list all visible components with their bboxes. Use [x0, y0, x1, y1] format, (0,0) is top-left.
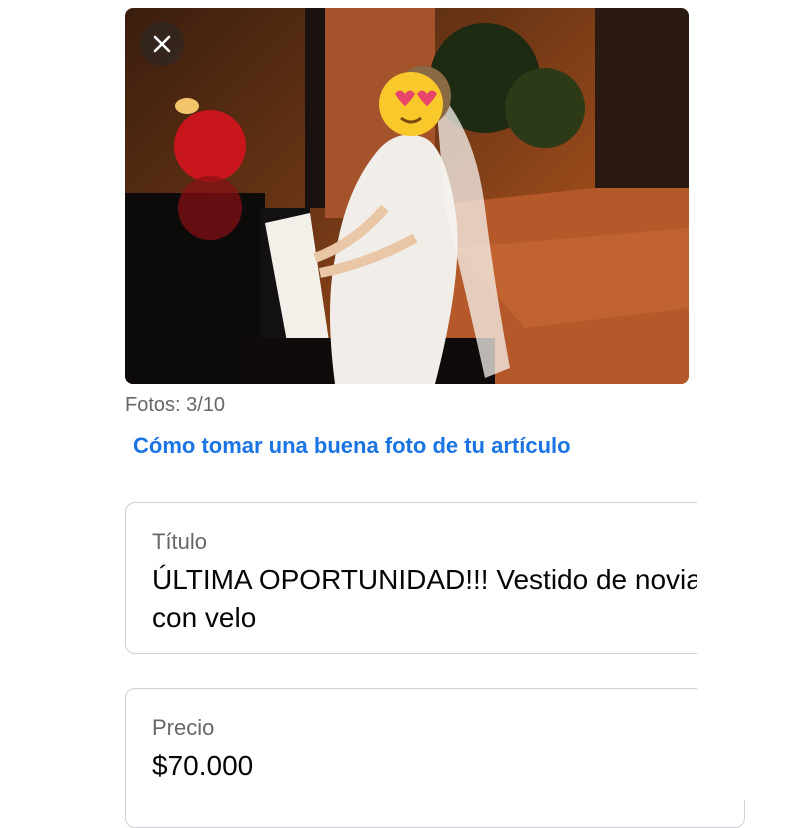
photo-counter: Fotos: 3/10: [125, 394, 226, 416]
screen-edge-clip: [697, 490, 800, 800]
close-photo-button[interactable]: [140, 22, 184, 66]
title-label: Título: [152, 529, 208, 554]
title-field[interactable]: Título ÚLTIMA OPORTUNIDAD!!! Vestido de …: [125, 502, 745, 654]
price-input[interactable]: $70.000: [152, 747, 712, 785]
listing-photo[interactable]: [125, 8, 689, 384]
price-field[interactable]: Precio $70.000: [125, 688, 745, 828]
close-icon: [153, 35, 171, 53]
title-input[interactable]: ÚLTIMA OPORTUNIDAD!!! Vestido de novia c…: [152, 561, 712, 637]
price-label: Precio: [152, 715, 215, 740]
photo-tips-link[interactable]: Cómo tomar una buena foto de tu artículo: [133, 433, 571, 459]
